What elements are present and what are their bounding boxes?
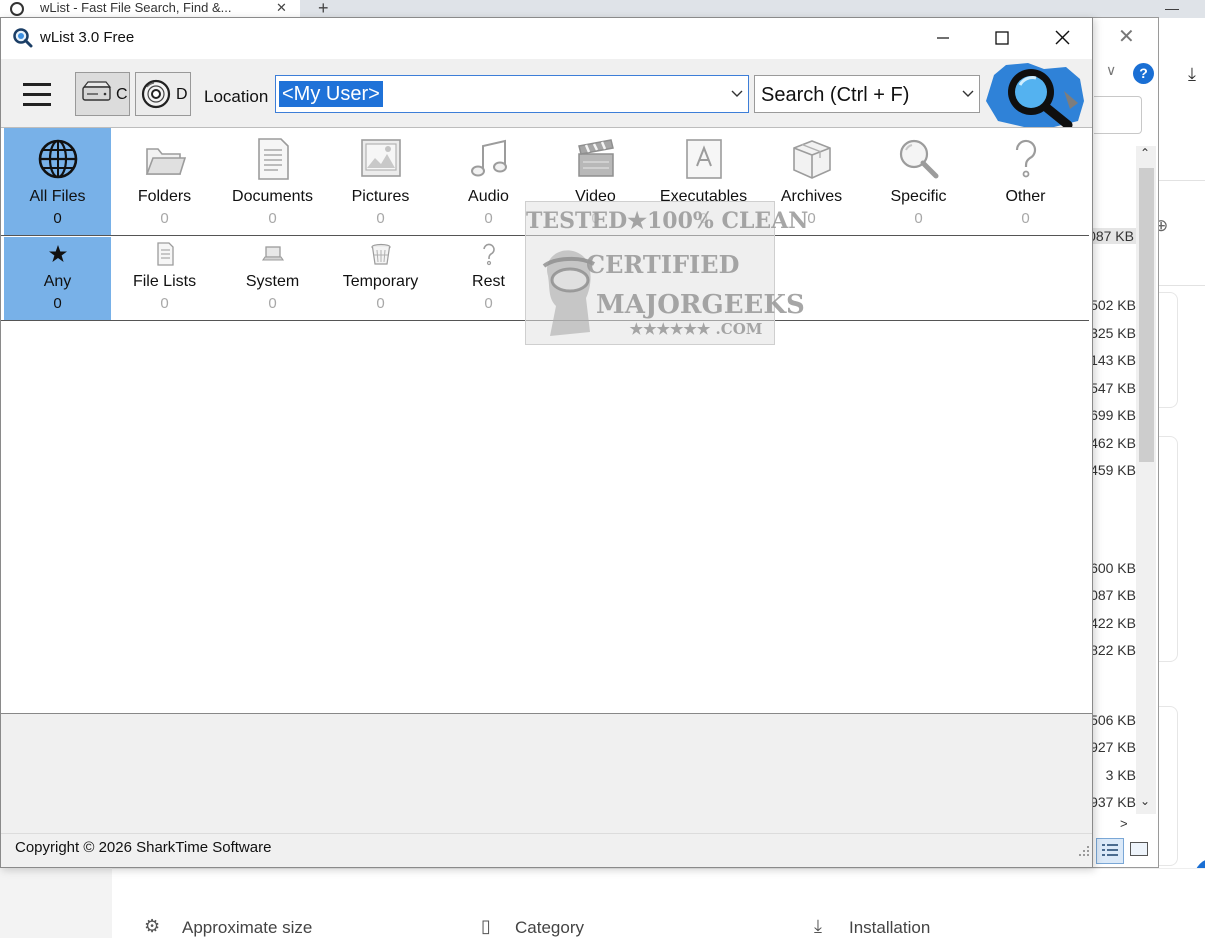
installation-icon: ⤓	[814, 916, 822, 936]
category-count: 0	[268, 295, 277, 312]
search-combobox[interactable]: Search (Ctrl + F)	[754, 75, 980, 113]
star-icon	[48, 245, 67, 262]
category-any[interactable]: Any 0	[4, 237, 111, 320]
globe-icon	[38, 139, 77, 179]
category-label: Pictures	[351, 188, 410, 205]
browser-card	[1158, 292, 1178, 408]
category-all-files[interactable]: All Files 0	[4, 128, 111, 235]
tab-favicon-icon	[10, 2, 24, 16]
download-icon[interactable]: ⤓	[1188, 64, 1196, 85]
close-button[interactable]	[1032, 18, 1092, 59]
question-mark-icon	[482, 243, 495, 266]
wlist-app-icon	[13, 28, 33, 48]
chevron-down-icon[interactable]	[730, 84, 744, 104]
status-bar: Copyright © 2026 SharkTime Software	[1, 833, 1092, 867]
location-label: Location	[204, 87, 269, 106]
category-icon: ▯	[481, 916, 491, 936]
category-label: Folders	[137, 188, 192, 205]
background-window-frame	[1093, 17, 1159, 868]
title-bar[interactable]: wList 3.0 Free	[1, 18, 1092, 59]
category-label: Other	[1005, 188, 1046, 205]
location-combobox[interactable]: <My User>	[275, 75, 749, 113]
category-specific[interactable]: Specific 0	[865, 128, 972, 235]
maximize-icon	[995, 31, 1009, 45]
watermark-line2: CERTIFIED	[586, 250, 740, 279]
footer-approximate-size: Approximate size	[182, 918, 313, 937]
wlist-window: wList 3.0 Free C D Location <My User> Se…	[0, 17, 1093, 868]
category-file-lists[interactable]: File Lists 0	[111, 237, 218, 320]
picture-icon	[360, 139, 401, 177]
details-panel	[1, 713, 1092, 833]
category-count: 0	[53, 295, 62, 312]
magnifier-icon	[899, 139, 938, 179]
executable-icon	[685, 139, 722, 179]
resize-grip-icon[interactable]	[1079, 846, 1089, 856]
browser-tab-strip: wList - Fast File Search, Find &... ✕ + …	[0, 0, 1205, 18]
category-label: Documents	[232, 188, 313, 205]
category-count: 0	[160, 210, 169, 227]
toolbar: C D Location <My User> Search (Ctrl + F)	[1, 59, 1092, 127]
watermark-line4: ★★★★★★ .COM	[629, 320, 763, 338]
category-label: Specific	[890, 188, 947, 205]
tab-close-icon[interactable]: ✕	[276, 0, 287, 16]
majorgeeks-watermark: TESTED★100% CLEAN CERTIFIED MAJORGEEKS ★…	[525, 201, 809, 345]
footer-installation: Installation	[849, 918, 931, 937]
category-count: 0	[376, 210, 385, 227]
category-label: System	[245, 273, 300, 290]
maximize-button[interactable]	[972, 18, 1032, 59]
category-system[interactable]: System 0	[219, 237, 326, 320]
location-value[interactable]: <My User>	[279, 81, 383, 107]
watermark-line3: MAJORGEEKS	[596, 290, 805, 320]
menu-hamburger-icon[interactable]	[23, 83, 51, 106]
folder-icon	[145, 148, 186, 175]
question-mark-icon	[1015, 139, 1036, 178]
approximate-size-icon: ⚙	[144, 916, 161, 936]
chevron-down-icon[interactable]	[961, 84, 975, 104]
results-list[interactable]	[1, 323, 1092, 713]
footer-category: Category	[515, 918, 584, 937]
category-other[interactable]: Other 0	[972, 128, 1079, 235]
category-count: 0	[160, 295, 169, 312]
clapperboard-icon	[577, 139, 614, 177]
category-label: All Files	[29, 188, 86, 205]
category-folders[interactable]: Folders 0	[111, 128, 218, 235]
optical-disc-icon	[141, 79, 171, 109]
browser-card	[1158, 706, 1178, 866]
category-temporary[interactable]: Temporary 0	[327, 237, 434, 320]
laptop-icon	[261, 246, 284, 261]
category-count: 0	[1021, 210, 1030, 227]
category-label: Temporary	[342, 273, 419, 290]
category-pictures[interactable]: Pictures 0	[327, 128, 434, 235]
browser-minimize-icon[interactable]: —	[1165, 0, 1179, 16]
drive-d-label: D	[176, 86, 188, 103]
hard-drive-icon	[82, 81, 112, 101]
music-note-icon	[470, 139, 507, 177]
search-input[interactable]: Search (Ctrl + F)	[761, 84, 909, 107]
category-count: 0	[914, 210, 923, 227]
browser-left-strip	[0, 868, 112, 938]
minimize-button[interactable]	[913, 18, 973, 59]
drive-c-label: C	[116, 86, 128, 103]
category-count: 0	[376, 295, 385, 312]
file-list-icon	[156, 242, 174, 266]
close-icon	[1055, 30, 1070, 45]
watermark-line1: TESTED★100% CLEAN	[526, 208, 809, 234]
drive-c-button[interactable]: C	[75, 72, 130, 116]
category-count: 0	[53, 210, 62, 227]
search-button[interactable]	[984, 61, 1090, 127]
window-title: wList 3.0 Free	[40, 29, 135, 46]
category-count: 0	[268, 210, 277, 227]
category-label: Any	[43, 273, 72, 290]
trash-bin-icon	[370, 243, 391, 265]
category-label: File Lists	[132, 273, 197, 290]
browser-tab-title: wList - Fast File Search, Find &...	[40, 0, 232, 15]
browser-card	[1158, 436, 1178, 662]
copyright-text: Copyright © 2026 SharkTime Software	[15, 839, 272, 856]
browser-tab[interactable]: wList - Fast File Search, Find &... ✕	[0, 0, 300, 18]
drive-d-button[interactable]: D	[135, 72, 191, 116]
document-icon	[257, 138, 289, 180]
archive-box-icon	[792, 140, 831, 179]
minimize-icon	[937, 37, 949, 39]
category-documents[interactable]: Documents 0	[219, 128, 326, 235]
